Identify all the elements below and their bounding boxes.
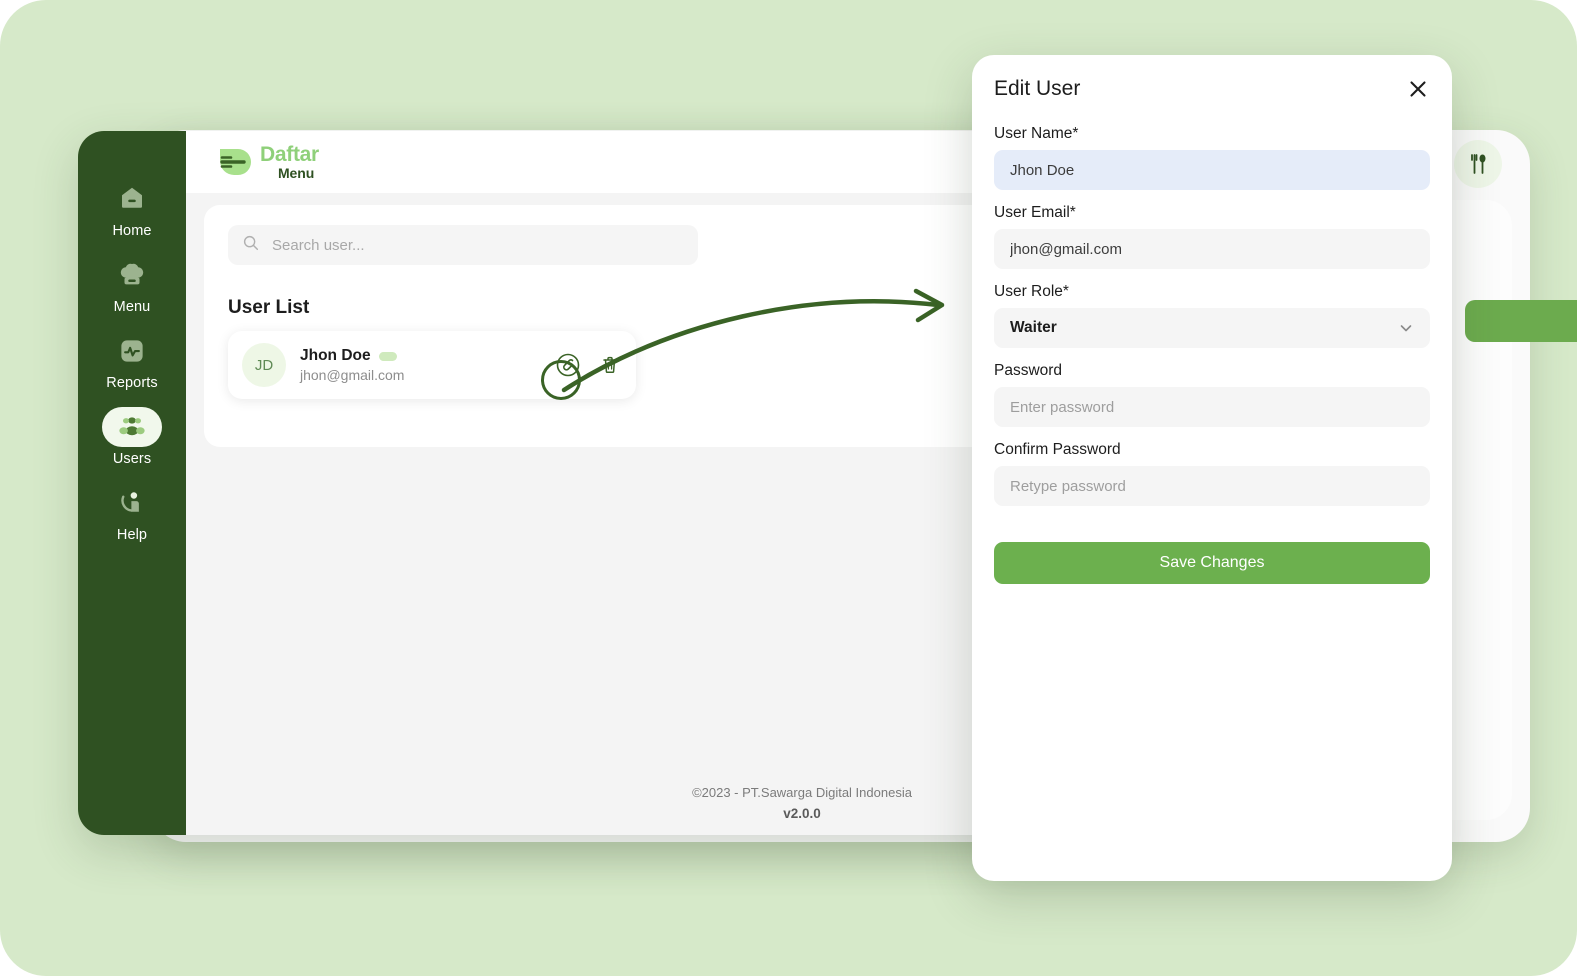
user-name-field[interactable] <box>994 150 1430 190</box>
user-name: Jhon Doe <box>300 347 371 365</box>
reports-chart-icon <box>102 331 162 371</box>
sidebar-item-label: Menu <box>114 299 151 315</box>
sidebar: Home Menu <box>78 131 186 835</box>
search-icon <box>242 234 260 257</box>
sidebar-item-label: Users <box>113 451 151 467</box>
help-person-icon <box>102 483 162 523</box>
sidebar-item-help[interactable]: Help <box>93 483 171 543</box>
users-icon <box>102 407 162 447</box>
avatar: JD <box>242 343 286 387</box>
sidebar-item-users[interactable]: Users <box>93 407 171 467</box>
confirm-password-field[interactable] <box>994 466 1430 506</box>
field-confirm-password: Confirm Password <box>994 441 1430 506</box>
chef-hat-icon <box>102 255 162 295</box>
panel-title: Edit User <box>994 77 1080 101</box>
field-user-email: User Email* <box>994 204 1430 269</box>
search-input-wrapper[interactable]: Search user... <box>228 225 698 265</box>
panel-header: Edit User <box>994 77 1430 101</box>
password-field[interactable] <box>994 387 1430 427</box>
edit-user-panel: Edit User User Name* User Email* User Ro… <box>972 55 1452 881</box>
sidebar-item-menu[interactable]: Menu <box>93 255 171 315</box>
table-row[interactable]: JD Jhon Doe jhon@gmail.com <box>228 331 636 399</box>
sidebar-item-reports[interactable]: Reports <box>93 331 171 391</box>
screenshot-canvas: Home Menu <box>0 0 1577 976</box>
field-user-name: User Name* <box>994 125 1430 190</box>
logo-title: Daftar <box>260 144 319 165</box>
status-badge <box>379 352 397 361</box>
fork-leaf-logo-icon <box>210 139 256 185</box>
field-label: User Name* <box>994 125 1430 143</box>
sidebar-item-label: Help <box>117 527 147 543</box>
user-email: jhon@gmail.com <box>300 367 554 383</box>
field-label: Confirm Password <box>994 441 1430 459</box>
field-password: Password <box>994 362 1430 427</box>
sidebar-item-label: Home <box>112 223 151 239</box>
app-logo: Daftar Menu <box>210 139 319 185</box>
field-label: User Role* <box>994 283 1430 301</box>
background-primary-button[interactable] <box>1465 300 1577 342</box>
sidebar-item-label: Reports <box>106 375 157 391</box>
home-icon <box>102 179 162 219</box>
field-label: User Email* <box>994 204 1430 222</box>
field-user-role: User Role* Waiter <box>994 283 1430 348</box>
save-changes-button[interactable]: Save Changes <box>994 542 1430 584</box>
trash-icon[interactable] <box>598 353 622 377</box>
user-email-field[interactable] <box>994 229 1430 269</box>
user-role-select[interactable]: Waiter <box>994 308 1430 348</box>
page-title: User List <box>228 297 309 319</box>
logo-subtitle: Menu <box>278 166 319 180</box>
close-icon[interactable] <box>1406 77 1430 101</box>
edit-pencil-icon[interactable] <box>554 351 582 379</box>
fork-spoon-icon <box>1454 140 1502 188</box>
search-input[interactable]: Search user... <box>272 237 365 254</box>
field-label: Password <box>994 362 1430 380</box>
user-meta: Jhon Doe jhon@gmail.com <box>300 347 554 383</box>
sidebar-item-home[interactable]: Home <box>93 179 171 239</box>
